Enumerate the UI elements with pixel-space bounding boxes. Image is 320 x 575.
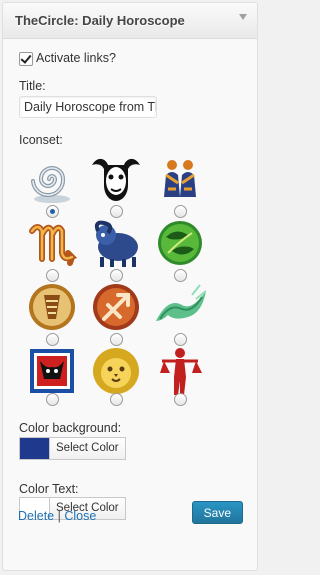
widget-footer-links: Delete | Close xyxy=(18,509,96,523)
activate-links-label: Activate links? xyxy=(36,51,116,65)
widget-title: TheCircle: Daily Horoscope xyxy=(15,13,185,28)
aquarius-medallion-icon xyxy=(20,277,84,341)
ram-creature-icon xyxy=(84,213,148,277)
iconset-label: Iconset: xyxy=(19,133,63,147)
collapse-arrow-icon[interactable] xyxy=(239,14,247,20)
spiral-icon xyxy=(20,149,84,213)
green-wave-icon xyxy=(148,277,212,341)
horoscope-widget: TheCircle: Daily Horoscope Activate link… xyxy=(2,2,258,571)
title-input[interactable]: Daily Horoscope from TheCircle xyxy=(19,96,157,118)
close-link[interactable]: Close xyxy=(64,509,96,523)
bull-skull-icon xyxy=(84,149,148,213)
iconset-radio-12[interactable] xyxy=(174,393,187,406)
widget-header[interactable]: TheCircle: Daily Horoscope xyxy=(3,3,257,39)
color-text-label: Color Text: xyxy=(19,482,79,496)
twins-icon xyxy=(148,149,212,213)
background-select-color-button[interactable]: Select Color xyxy=(50,437,126,460)
delete-link[interactable]: Delete xyxy=(18,509,54,523)
scorpio-glyph-icon xyxy=(20,213,84,277)
sagittarius-medallion-icon xyxy=(84,277,148,341)
link-separator: | xyxy=(57,509,61,523)
iconset-radio-11[interactable] xyxy=(110,393,123,406)
activate-links-checkbox[interactable] xyxy=(19,52,33,66)
pisces-circle-icon xyxy=(148,213,212,277)
iconset-radio-10[interactable] xyxy=(46,393,59,406)
color-background-label: Color background: xyxy=(19,421,122,435)
title-label: Title: xyxy=(19,79,46,93)
save-button[interactable]: Save xyxy=(191,501,243,524)
background-color-swatch[interactable] xyxy=(19,437,50,460)
